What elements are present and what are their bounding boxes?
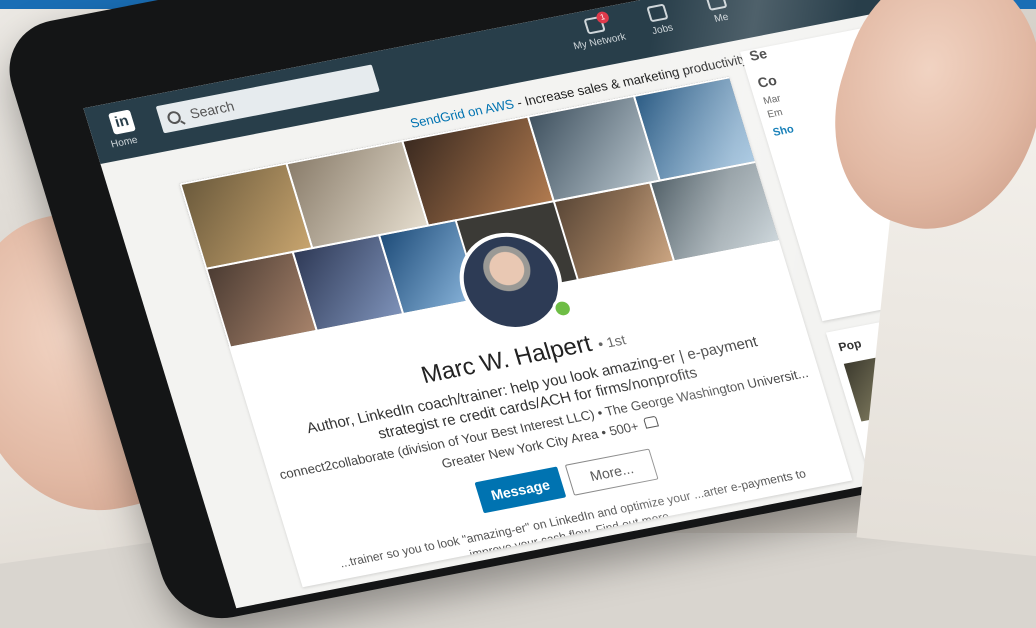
- nav-my-network-label: My Network: [572, 31, 628, 53]
- search-placeholder: Search: [187, 97, 237, 122]
- profile-card: Marc W. Halpert • 1st Author, LinkedIn c…: [179, 76, 853, 588]
- briefcase-icon: [646, 3, 669, 23]
- nav-my-network[interactable]: 1 My Network: [563, 10, 631, 53]
- contact-title: Co: [755, 71, 779, 91]
- nav-messaging-label: Me: [713, 11, 730, 25]
- connections-icon: [642, 415, 659, 429]
- more-button[interactable]: More...: [564, 448, 659, 496]
- sidebar-top-label: Se: [747, 45, 769, 64]
- contact-line: Mar: [762, 93, 783, 108]
- nav-messaging[interactable]: Me: [685, 0, 753, 29]
- search-input[interactable]: Search: [155, 64, 380, 134]
- search-icon: [165, 109, 183, 125]
- online-status-icon: [549, 296, 576, 320]
- nav-jobs-label: Jobs: [650, 22, 675, 38]
- popular-label: Pop: [836, 336, 864, 355]
- contact-line: Em: [766, 107, 785, 121]
- message-button[interactable]: Message: [474, 466, 567, 514]
- linkedin-logo-icon[interactable]: in: [107, 109, 137, 135]
- message-icon: [705, 0, 728, 11]
- nav-jobs[interactable]: Jobs: [626, 0, 694, 41]
- connection-degree: • 1st: [595, 331, 628, 353]
- nav-home-label[interactable]: Home: [110, 135, 139, 151]
- show-more-link[interactable]: Sho: [771, 123, 795, 139]
